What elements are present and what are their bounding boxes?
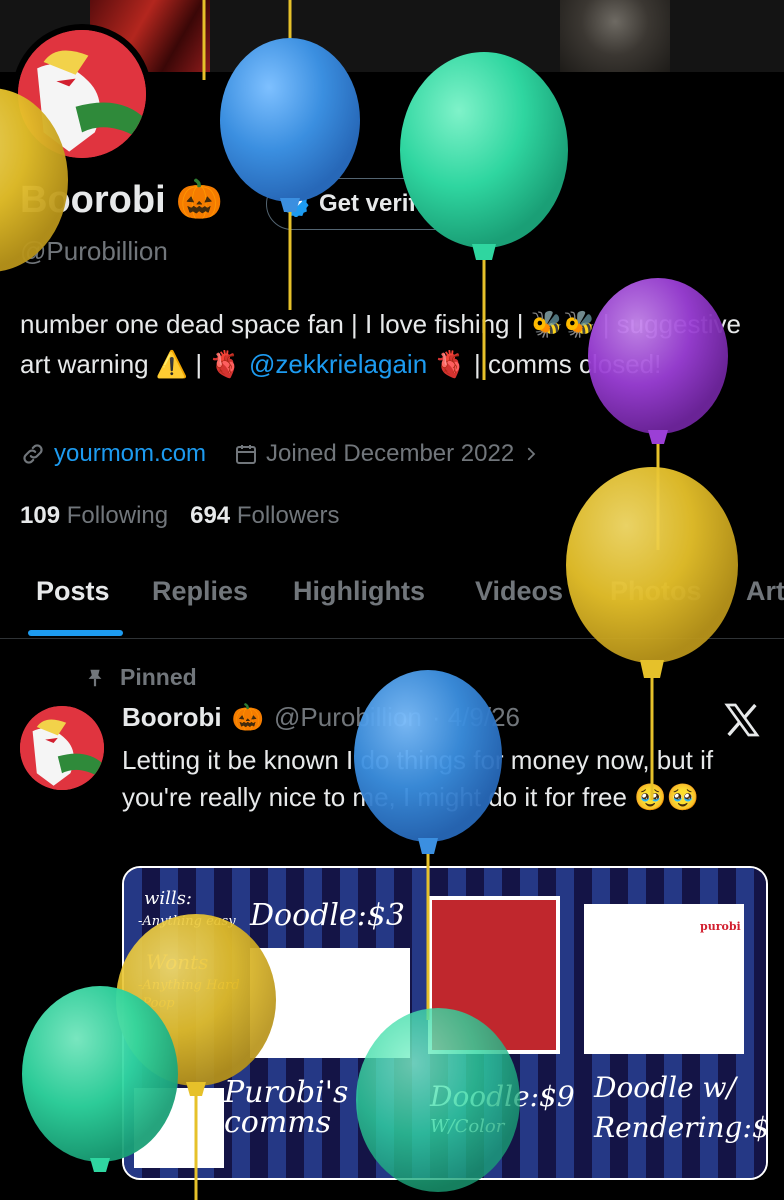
post-text: Letting it be known I do things for mone… [122,745,714,812]
media-sketch-panel [250,948,410,1058]
joined-item[interactable]: Joined December 2022 [234,440,540,468]
pumpkin-emoji: 🎃 [231,702,265,732]
profile-stats: 109 Following 694 Followers [20,502,340,530]
post-author-avatar[interactable] [20,706,104,790]
media-bottom-sketch [134,1088,224,1168]
pinned-indicator: Pinned [84,664,197,691]
avatar-character-icon [18,30,146,158]
media-wills-item: -Anything easy [138,914,236,929]
media-doodle2-sub: W/Color [430,1116,505,1137]
verified-badge-icon [283,192,309,217]
tab-videos[interactable]: Videos [475,576,563,607]
bio-mention-link[interactable]: @zekkrielagain [249,349,427,379]
media-colored-panel [428,896,560,1054]
tab-posts[interactable]: Posts [36,576,110,607]
post-author-name[interactable]: Boorobi [122,702,222,733]
profile-tabs: Posts Replies Highlights Videos Photos A… [0,560,784,639]
media-wonts: Wonts [146,950,209,974]
following-label: Following [66,502,169,529]
media-wills: wills: [144,888,192,909]
media-wonts-item-2: -Poop [138,996,175,1011]
profile-name-text: Boorobi [20,178,166,221]
tab-photos[interactable]: Photos [610,576,702,607]
active-tab-indicator [28,630,123,636]
chevron-right-icon [528,447,536,461]
blue-balloon [220,38,360,310]
x-logo-icon[interactable] [722,700,762,740]
post-author-handle[interactable]: @Purobillion [274,702,422,733]
bio-text-2: 🫀 | comms closed! [427,349,662,379]
media-title: Purobi's comms [224,1075,349,1140]
profile-meta: yourmom.com Joined December 2022 [20,440,540,468]
calendar-icon [236,445,257,464]
post-header: Boorobi 🎃 @Purobillion · 4/9/26 [122,702,520,733]
post-media-image[interactable]: wills: -Anything easy Wonts -Anything Ha… [122,866,768,1180]
link-icon [23,444,43,464]
get-verified-button[interactable]: Get verified [266,178,512,230]
following-stat[interactable]: 109 Following [20,502,168,530]
pinned-label: Pinned [120,664,197,690]
get-verified-label: Get verified [319,190,452,217]
followers-stat[interactable]: 694 Followers [190,502,339,530]
joined-date: Joined December 2022 [266,440,515,467]
media-doodle2: Doodle:$9 [430,1080,575,1113]
banner-art-right [560,0,670,72]
media-doodle3: Doodle w/ Rendering:$15 [594,1071,768,1144]
tab-highlights[interactable]: Highlights [293,576,425,607]
website-link[interactable]: yourmom.com [54,440,206,468]
media-wonts-item: -Anything Hard [138,978,240,993]
followers-count: 694 [190,502,231,529]
tab-art[interactable]: Art [746,576,784,607]
post-date[interactable]: · 4/9/26 [432,702,520,733]
pin-icon [88,669,102,686]
followers-label: Followers [236,502,340,529]
following-count: 109 [20,502,61,529]
avatar-character-icon [20,706,104,790]
profile-name: Boorobi 🎃 [20,178,223,222]
media-doodle1: Doodle:$3 [250,898,406,933]
tab-replies[interactable]: Replies [152,576,248,607]
profile-avatar[interactable] [12,24,152,164]
profile-bio: number one dead space fan | I love fishi… [20,304,760,384]
pumpkin-emoji: 🎃 [175,179,223,221]
profile-handle: @Purobillion [20,236,168,266]
media-brand: purobi [700,920,741,933]
website-item[interactable]: yourmom.com [20,440,206,468]
